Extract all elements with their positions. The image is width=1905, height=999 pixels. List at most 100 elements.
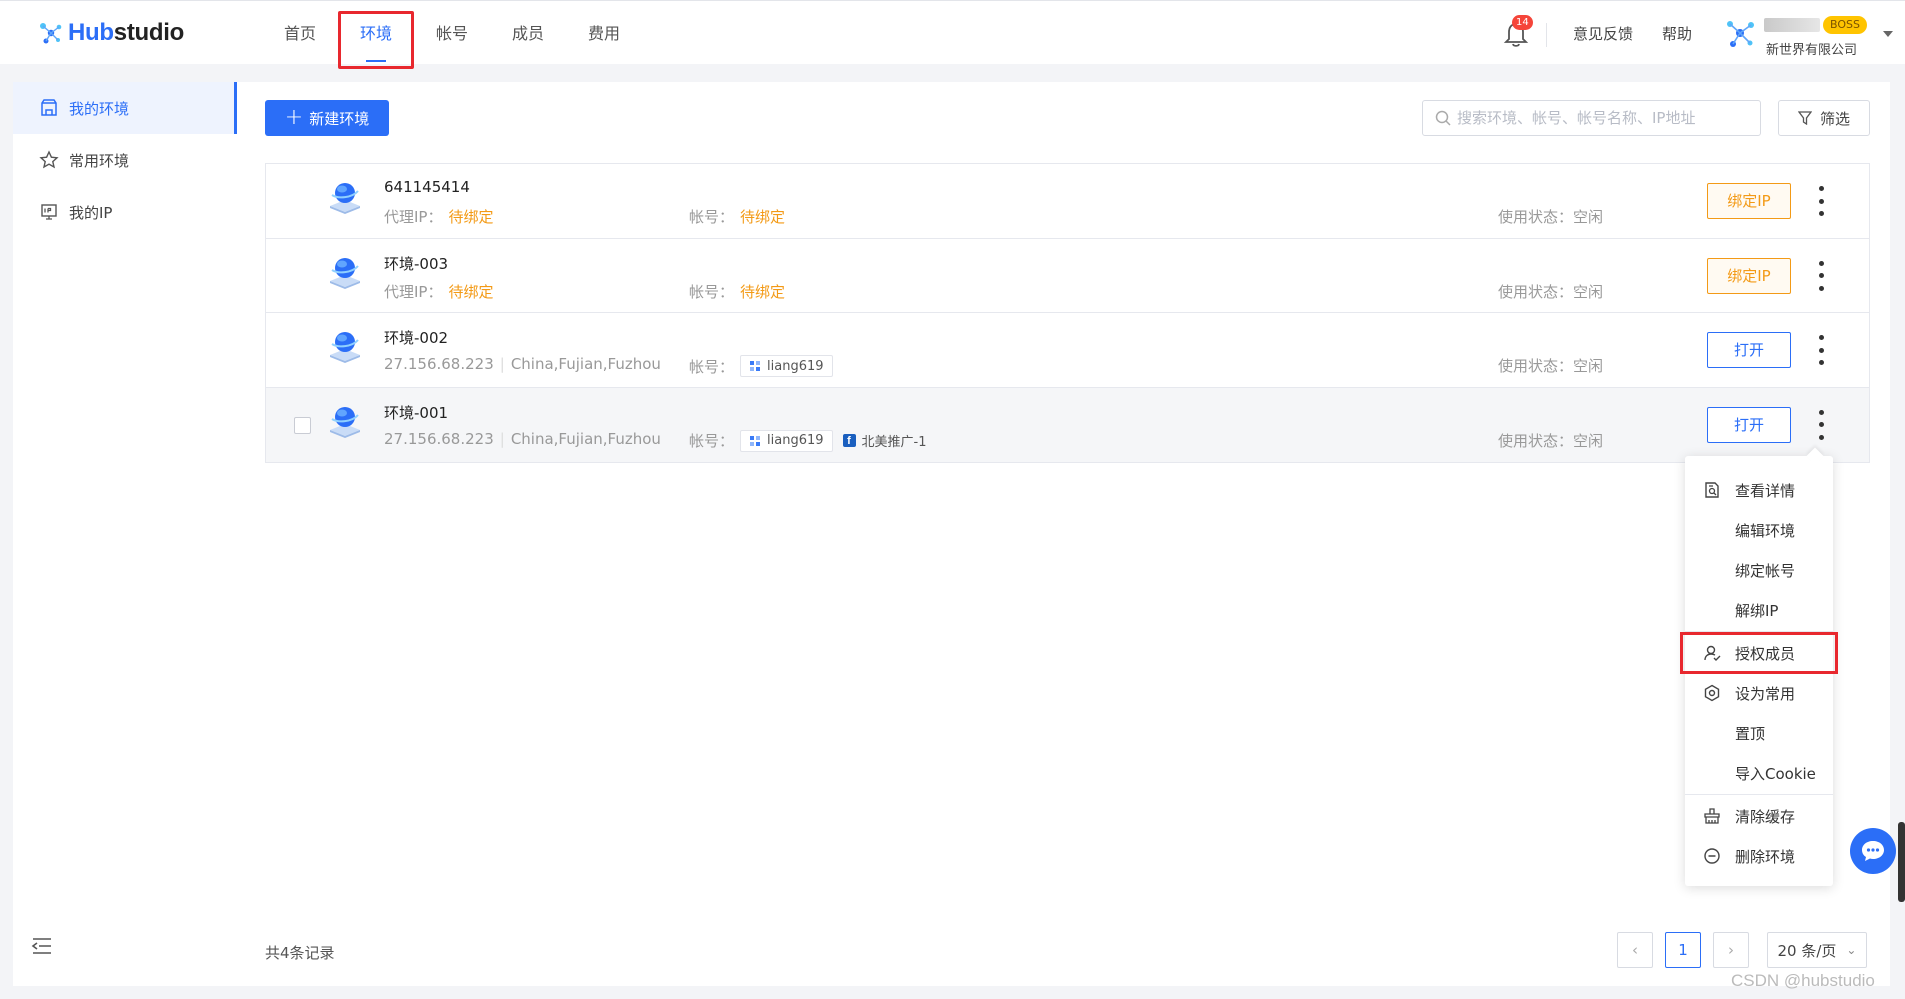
chat-support-button[interactable] <box>1850 828 1896 874</box>
menu-item-label: 导入Cookie <box>1735 764 1816 783</box>
sidebar-item-label: 我的环境 <box>69 99 130 118</box>
menu-item-label: 清除缓存 <box>1735 807 1796 826</box>
nav-account[interactable]: 帐号 <box>414 1 490 65</box>
environment-name[interactable]: 环境-003 <box>384 253 448 274</box>
row-checkbox[interactable] <box>294 416 311 434</box>
account-label: 帐号： <box>689 432 735 450</box>
bind-ip-button[interactable]: 绑定IP <box>1707 257 1791 294</box>
boss-badge: BOSS <box>1823 16 1867 34</box>
menu-item[interactable]: 导入Cookie <box>1685 753 1833 793</box>
account-label: 帐号： <box>689 282 735 301</box>
hubstudio-logo[interactable]: Hubstudio <box>38 19 184 47</box>
menu-item[interactable]: 清除缓存 <box>1685 796 1833 836</box>
open-button[interactable]: 打开 <box>1707 332 1791 368</box>
prev-page-button[interactable]: ‹ <box>1617 932 1653 968</box>
feedback-link[interactable]: 意见反馈 <box>1573 23 1633 44</box>
menu-item[interactable]: 绑定帐号 <box>1685 550 1833 590</box>
ip-icon <box>41 204 57 220</box>
account-tag-text: liang619 <box>767 433 824 448</box>
page-number[interactable]: 1 <box>1665 932 1701 968</box>
use-state: 使用状态：空闲 <box>1498 431 1604 450</box>
nav-billing[interactable]: 费用 <box>566 1 642 65</box>
menu-item-label: 解绑IP <box>1735 601 1779 620</box>
environment-globe-icon <box>326 327 364 369</box>
broom-icon <box>1703 807 1721 825</box>
menu-item[interactable]: 编辑环境 <box>1685 510 1833 550</box>
menu-item-label: 置顶 <box>1735 724 1766 743</box>
sidebar-item-my-env[interactable]: 我的环境 <box>13 82 237 134</box>
environment-list: 641145414 代理IP： 待绑定 帐号： 待绑定使用状态：空闲 绑定IP 环境-003… <box>265 163 1870 463</box>
total-records: 共4条记录 <box>265 944 335 962</box>
menu-item-label: 授权成员 <box>1735 644 1796 663</box>
proxy-ip-value: 27.156.68.223 <box>384 355 494 373</box>
table-row[interactable]: 环境-003 代理IP： 待绑定 帐号： 待绑定 使用状态：空闲 绑定IP <box>266 238 1869 313</box>
sidebar-item-favorite-env[interactable]: 常用环境 <box>13 134 237 186</box>
use-state: 使用状态：空闲 <box>1498 282 1604 301</box>
environment-globe-icon <box>326 402 364 444</box>
plus-icon: + <box>284 105 304 130</box>
collapse-sidebar-icon[interactable] <box>31 937 53 955</box>
sidebar-item-my-ip[interactable]: 我的IP <box>13 186 237 238</box>
grid-icon <box>750 435 761 446</box>
nav-members[interactable]: 成员 <box>490 1 566 65</box>
table-row[interactable]: 环境-001 27.156.68.223 | China,Fujian,Fuzhou 帐… <box>266 387 1869 462</box>
menu-item[interactable]: 删除环境 <box>1685 836 1833 876</box>
proxy-ip-label: 代理IP： <box>384 282 443 301</box>
star-icon <box>39 150 59 169</box>
page-size-value: 20 条/页 <box>1777 941 1837 960</box>
chevron-down-icon: ⌄ <box>1846 943 1857 957</box>
open-button[interactable]: 打开 <box>1707 406 1791 443</box>
user-auth-icon <box>1703 644 1721 662</box>
detail-icon <box>1703 481 1721 499</box>
bind-ip-button[interactable]: 绑定IP <box>1707 183 1791 219</box>
menu-item[interactable]: 置顶 <box>1685 713 1833 753</box>
more-vertical-icon[interactable] <box>1818 335 1824 365</box>
new-environment-button[interactable]: + 新建环境 <box>265 100 389 136</box>
environment-name[interactable]: 641145414 <box>384 178 470 196</box>
logo-text: Hubstudio <box>68 19 184 46</box>
account-tag[interactable]: liang619 <box>740 429 833 452</box>
chevron-left-icon: ‹ <box>1632 941 1638 959</box>
more-vertical-icon[interactable] <box>1818 409 1824 440</box>
proxy-ip-info: 27.156.68.223 | China,Fujian,Fuzhou <box>384 430 661 448</box>
nav-environment[interactable]: 环境 <box>338 11 414 69</box>
table-row[interactable]: 环境-002 27.156.68.223 | China,Fujian,Fuzhou 帐… <box>266 313 1869 388</box>
filter-button[interactable]: 筛选 <box>1778 100 1870 136</box>
next-page-button[interactable]: › <box>1713 932 1749 968</box>
help-link[interactable]: 帮助 <box>1662 23 1692 44</box>
sidebar-item-label: 我的IP <box>69 203 113 222</box>
table-row[interactable]: 641145414 代理IP： 待绑定 帐号： 待绑定 使用状态：空闲 绑定IP <box>266 164 1869 239</box>
scrollbar-handle[interactable] <box>1898 822 1905 902</box>
menu-item[interactable]: 解绑IP <box>1685 590 1833 630</box>
chevron-down-icon[interactable] <box>1883 31 1893 37</box>
menu-item-label: 编辑环境 <box>1735 521 1796 540</box>
account-tag-text: liang619 <box>767 358 824 374</box>
proxy-ip-label: 代理IP： <box>384 208 443 226</box>
nav-home[interactable]: 首页 <box>262 1 338 65</box>
account-tag[interactable]: f 北美推广-1 <box>839 430 935 452</box>
team-molecule-icon[interactable] <box>1722 15 1758 51</box>
company-name[interactable]: 新世界有限公司 <box>1766 39 1857 58</box>
more-vertical-icon[interactable] <box>1818 186 1824 216</box>
search-box <box>1422 100 1761 136</box>
account-tag[interactable]: liang619 <box>740 355 833 377</box>
environment-name[interactable]: 环境-001 <box>384 402 448 423</box>
watermark: CSDN @hubstudio <box>1731 971 1875 990</box>
filter-icon <box>1797 111 1812 125</box>
facebook-icon: f <box>842 434 856 447</box>
user-name-redacted <box>1764 18 1820 32</box>
proxy-ip-value: 待绑定 <box>448 208 494 226</box>
menu-item[interactable]: 授权成员 <box>1680 632 1838 674</box>
page-size-select[interactable]: 20 条/页 ⌄ <box>1767 932 1867 968</box>
proxy-location: China,Fujian,Fuzhou <box>510 429 661 448</box>
notification-badge: 14 <box>1512 15 1533 30</box>
menu-divider <box>1685 794 1833 795</box>
search-input[interactable] <box>1457 109 1747 127</box>
menu-item-label: 删除环境 <box>1735 847 1796 866</box>
menu-item[interactable]: 设为常用 <box>1685 673 1833 713</box>
environment-name[interactable]: 环境-002 <box>384 327 448 348</box>
search-icon <box>1435 110 1451 126</box>
more-vertical-icon[interactable] <box>1818 260 1824 291</box>
menu-item[interactable]: 查看详情 <box>1685 470 1833 510</box>
account-info: 帐号： 待绑定 <box>689 206 785 227</box>
